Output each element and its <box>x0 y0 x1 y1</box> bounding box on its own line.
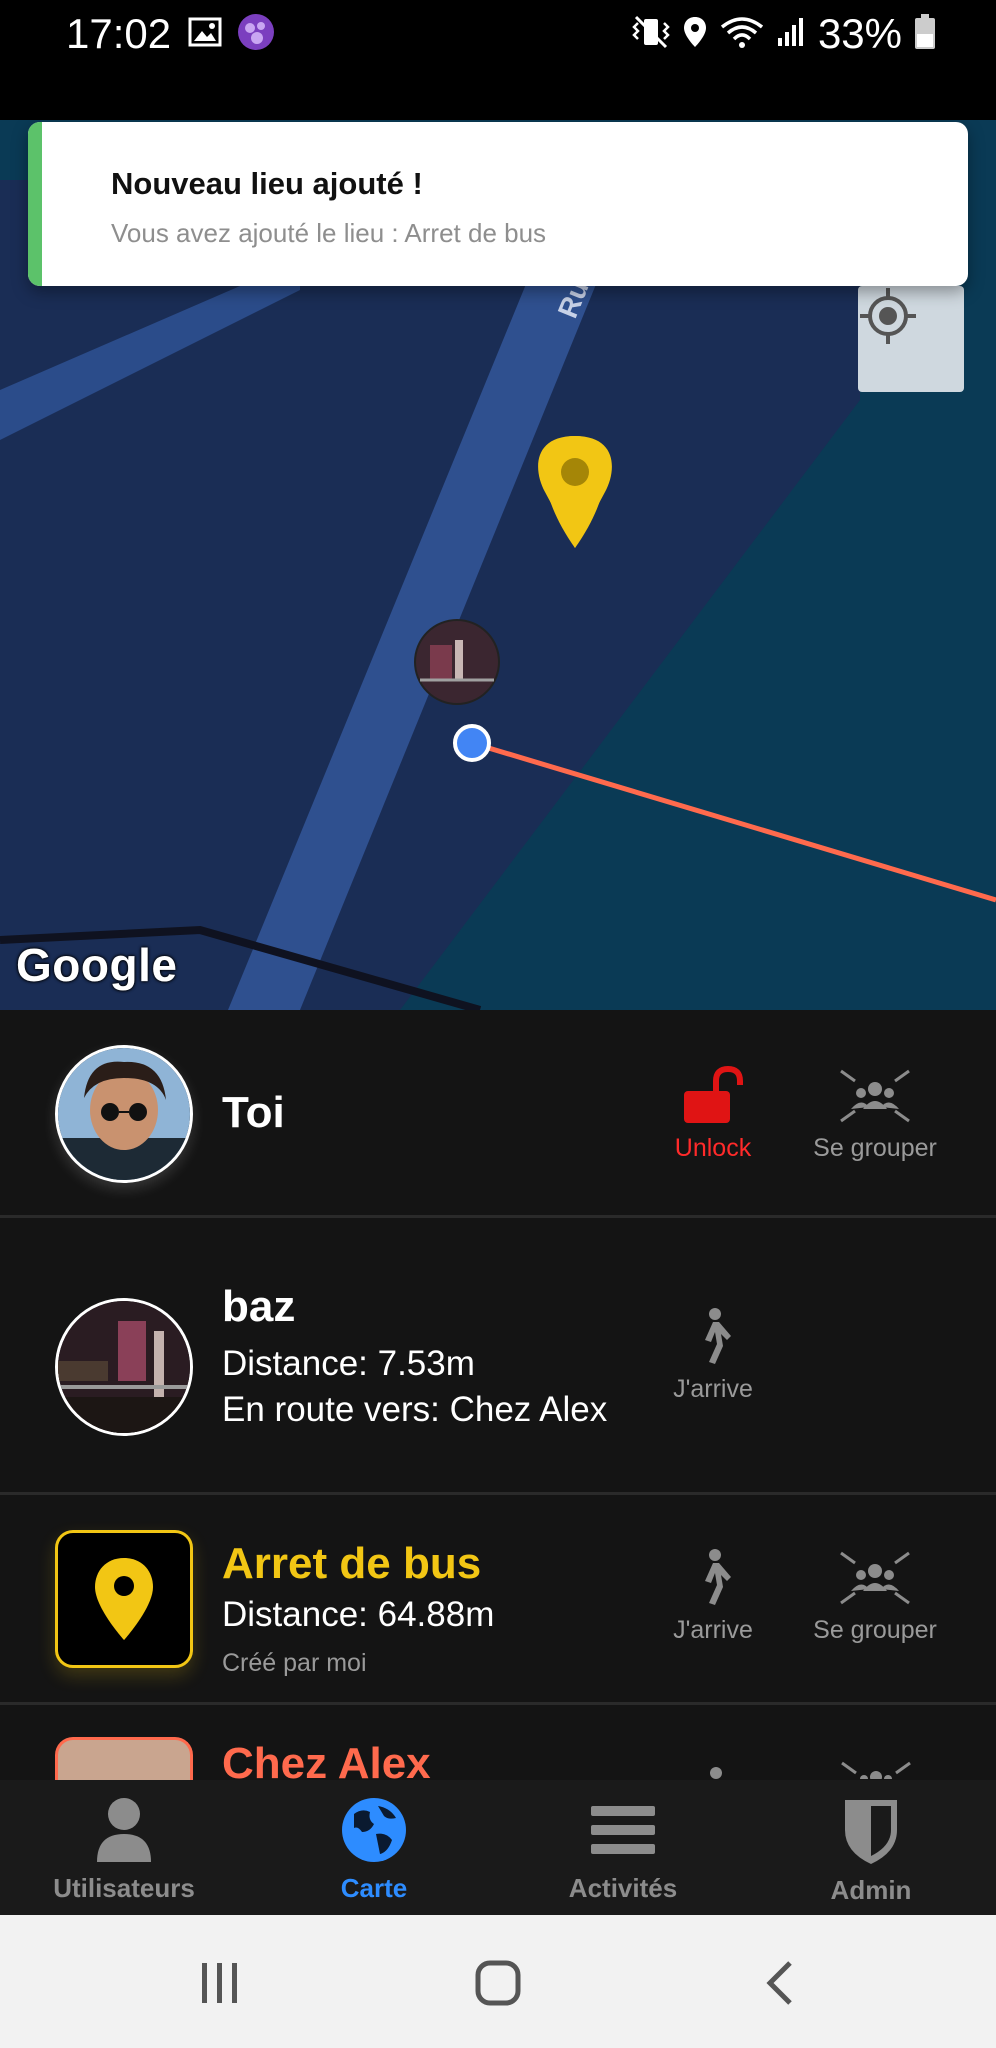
tab-map-label: Carte <box>340 1873 408 1903</box>
user-name: baz <box>222 1282 296 1331</box>
my-location-button[interactable] <box>858 286 964 392</box>
toast-notification[interactable]: Nouveau lieu ajouté ! Vous avez ajouté l… <box>28 122 968 286</box>
arrive-label: J'arrive <box>673 1616 753 1644</box>
group-icon <box>837 1547 913 1612</box>
group-icon <box>837 1065 913 1130</box>
battery-icon <box>914 13 936 55</box>
avatar <box>55 1298 193 1436</box>
menu-icon <box>589 1796 657 1869</box>
google-attribution: Google <box>16 939 178 991</box>
unlock-label: Unlock <box>674 1134 752 1162</box>
user-row[interactable]: baz Distance: 7.53m En route vers: Chez … <box>0 1218 996 1495</box>
tab-activities-label: Activités <box>568 1873 678 1903</box>
shield-icon <box>841 1796 901 1871</box>
place-row[interactable]: Chez Alex <box>0 1705 996 1780</box>
back-button[interactable] <box>762 1959 796 2012</box>
user-distance: Distance: 7.53m <box>222 1344 475 1383</box>
app-notification-icon <box>236 12 276 57</box>
user-destination: En route vers: Chez Alex <box>222 1390 608 1429</box>
tab-users[interactable]: Utilisateurs <box>24 1796 224 1904</box>
vibrate-icon <box>632 15 670 54</box>
self-name: Toi <box>222 1088 285 1137</box>
group-label: Se grouper <box>813 1616 937 1644</box>
place-created-by: Créé par moi <box>222 1649 367 1677</box>
tab-admin-label: Admin <box>830 1875 912 1905</box>
system-navigation <box>0 1915 996 2048</box>
tab-users-label: Utilisateurs <box>53 1873 195 1903</box>
status-time: 17:02 <box>66 10 172 57</box>
walk-icon <box>691 1547 735 1612</box>
tab-map[interactable]: Carte <box>274 1796 474 1904</box>
gallery-icon <box>188 17 222 52</box>
avatar[interactable] <box>55 1045 193 1183</box>
toast-accent-bar <box>28 122 42 286</box>
status-bar: 17:02 33% <box>0 0 996 120</box>
group-icon <box>838 1759 914 1780</box>
tab-admin[interactable]: Admin <box>771 1796 971 1906</box>
place-name: Chez Alex <box>222 1739 431 1780</box>
tab-activities[interactable]: Activités <box>523 1796 723 1904</box>
toast-title: Nouveau lieu ajouté ! <box>111 166 423 201</box>
group-button[interactable]: Se grouper <box>800 1547 950 1645</box>
location-icon <box>682 15 708 54</box>
arrive-label: J'arrive <box>673 1375 753 1403</box>
toast-message: Vous avez ajouté le lieu : Arret de bus <box>111 218 547 248</box>
walk-icon <box>691 1306 735 1371</box>
globe-icon <box>340 1796 408 1869</box>
home-button[interactable] <box>474 1959 522 2012</box>
battery-percent: 33% <box>817 10 902 57</box>
self-row: Toi Unlock Se grouper <box>0 1010 996 1218</box>
user-avatar-marker[interactable] <box>414 619 500 705</box>
entity-list[interactable]: Toi Unlock Se grouper baz Distance: 7.53… <box>0 1010 996 1780</box>
signal-icon <box>776 16 806 53</box>
wifi-icon <box>720 15 764 54</box>
place-pin-icon <box>55 1530 193 1668</box>
place-distance: Distance: 64.88m <box>222 1595 495 1634</box>
arrive-button[interactable]: J'arrive <box>638 1306 788 1404</box>
place-name: Arret de bus <box>222 1539 482 1588</box>
place-thumbnail <box>55 1737 193 1780</box>
place-row[interactable]: Arret de bus Distance: 64.88m Créé par m… <box>0 1495 996 1705</box>
bottom-navigation: Utilisateurs Carte Activités Admin <box>0 1780 996 1915</box>
unlock-button[interactable]: Unlock <box>638 1065 788 1163</box>
unlock-icon <box>678 1065 748 1130</box>
person-icon <box>93 1796 155 1869</box>
user-location-dot <box>453 724 491 762</box>
group-label: Se grouper <box>813 1134 937 1162</box>
recent-apps-button[interactable] <box>198 1959 242 2012</box>
arrive-button[interactable]: J'arrive <box>638 1547 788 1645</box>
walk-icon <box>700 1761 730 1780</box>
group-button[interactable]: Se grouper <box>800 1065 950 1163</box>
